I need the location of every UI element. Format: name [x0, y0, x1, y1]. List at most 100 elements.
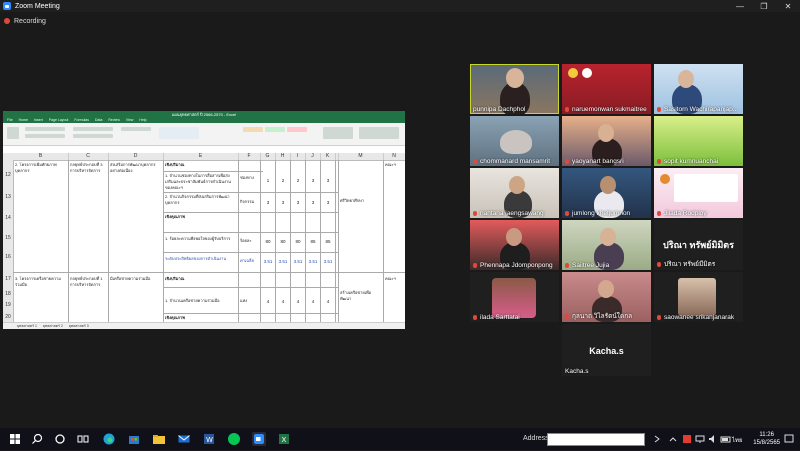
minimize-button[interactable]: —	[728, 0, 752, 12]
row-header[interactable]: 17	[3, 276, 13, 282]
shared-screen[interactable]: แผนยุทธศาสตร์ ปี 2566-2570 - Excel File …	[3, 111, 405, 329]
row-header[interactable]: 13	[3, 194, 13, 200]
row-header[interactable]: 20	[3, 314, 13, 320]
col-header[interactable]: E	[163, 153, 239, 160]
participant-tile[interactable]: Kacha.s Kacha.s	[562, 324, 651, 376]
sheet-tab[interactable]: ยุทธศาสตร์ 1	[17, 323, 37, 329]
cell-value[interactable]: 3.51	[323, 259, 333, 264]
volume-icon[interactable]	[706, 432, 720, 446]
cell-f17[interactable]: ค่าเฉลี่ย	[240, 258, 260, 264]
cell-value[interactable]: 4	[263, 299, 273, 304]
windows-start-icon[interactable]	[8, 432, 22, 446]
cell-value[interactable]: 2	[278, 178, 288, 183]
cell-n12[interactable]: คณะฯ	[385, 162, 405, 168]
col-header[interactable]: N	[383, 153, 405, 160]
system-tray-chevron-icon[interactable]	[666, 432, 680, 446]
cell-d18[interactable]: มีเครือข่ายความร่วมมือ	[110, 276, 162, 282]
recording-indicator[interactable]: Recording	[4, 16, 46, 26]
zoom-taskbar-icon[interactable]	[252, 432, 266, 446]
style-good[interactable]	[265, 127, 285, 132]
maximize-button[interactable]: ❐	[752, 0, 776, 12]
col-header[interactable]: K	[320, 153, 336, 160]
cell-e19[interactable]: 1. จำนวนเครือข่ายความร่วมมือ	[165, 298, 237, 304]
number-format[interactable]	[121, 127, 151, 131]
cell-c18[interactable]: กลยุทธ์ประกอบที่ 1 การบริหารจัดการ	[70, 276, 107, 288]
edge-browser-icon[interactable]	[102, 432, 116, 446]
cell-value[interactable]: 2	[293, 178, 303, 183]
cell-value[interactable]: 85	[308, 239, 318, 244]
col-header[interactable]: I	[290, 153, 306, 160]
participant-tile[interactable]: nantana jaengsawang	[470, 168, 559, 218]
go-arrow-icon[interactable]	[650, 432, 664, 446]
cell-b12[interactable]: 2. โครงการเพิ่มศักยภาพบุคลากร	[15, 162, 67, 174]
cell-value[interactable]: 80	[293, 239, 303, 244]
cell-f14[interactable]: กิจกรรม	[240, 199, 260, 205]
line-app-icon[interactable]	[227, 432, 241, 446]
cell-value[interactable]: 3	[323, 178, 333, 183]
mail-icon[interactable]	[177, 432, 191, 446]
row-header[interactable]: 12	[3, 172, 13, 178]
paste-icon[interactable]	[7, 127, 19, 139]
battery-icon[interactable]	[719, 432, 733, 446]
participant-tile[interactable]: Jiiada Rodploy	[654, 168, 743, 218]
system-clock[interactable]: 11:26 15/8/2565	[753, 431, 780, 447]
col-header[interactable]: M	[338, 153, 384, 160]
col-header[interactable]: B	[13, 153, 69, 160]
cell-f19[interactable]: แห่ง	[240, 298, 260, 304]
cells-group[interactable]	[323, 127, 353, 139]
cell-value[interactable]: 3	[263, 200, 273, 205]
cell-f16[interactable]: ร้อยละ	[240, 238, 260, 244]
participant-tile[interactable]: Sasitorn Wachirapanjap...	[654, 64, 743, 114]
cell-value[interactable]: 3.51	[308, 259, 318, 264]
col-header[interactable]: F	[238, 153, 261, 160]
alignment-group[interactable]	[73, 127, 113, 131]
cell-b18[interactable]: 3. โครงการเครือข่ายความร่วมมือ	[15, 276, 67, 288]
row-header[interactable]: 14	[3, 215, 13, 221]
cell-value[interactable]: 3.51	[293, 259, 303, 264]
cell-value[interactable]: 3	[278, 200, 288, 205]
sheet-tab[interactable]: ยุทธศาสตร์ 2	[43, 323, 63, 329]
store-icon[interactable]	[127, 432, 141, 446]
cell-m18[interactable]: สร้างเครือข่ายเพื่อพัฒนา	[340, 290, 382, 302]
cortana-icon[interactable]	[53, 432, 67, 446]
cell-value[interactable]: 3	[308, 200, 318, 205]
col-header[interactable]: C	[68, 153, 109, 160]
cell-e15[interactable]: เชิงคุณภาพ	[165, 214, 237, 220]
cell-e16[interactable]: 1. ร้อยละความพึงพอใจของผู้รับบริการ	[165, 236, 237, 242]
style-neutral[interactable]	[243, 127, 263, 132]
participant-tile[interactable]: ilada Sarttatai	[470, 272, 559, 322]
col-header[interactable]: J	[305, 153, 321, 160]
participant-tile[interactable]: naruemonwan sukmaitree	[562, 64, 651, 114]
col-header[interactable]: G	[260, 153, 276, 160]
cell-value[interactable]: 80	[278, 239, 288, 244]
address-input[interactable]	[547, 433, 645, 446]
participant-tile[interactable]: jumlong khetjumnon	[562, 168, 651, 218]
col-header[interactable]: H	[275, 153, 291, 160]
participant-tile[interactable]: saowanee srikanjanarak	[654, 272, 743, 322]
cell-value[interactable]: 3	[308, 178, 318, 183]
sheet-tab[interactable]: ยุทธศาสตร์ 3	[69, 323, 89, 329]
word-icon[interactable]: W	[202, 432, 216, 446]
participant-tile[interactable]: sopit kumnuanchai	[654, 116, 743, 166]
font-format-group[interactable]	[25, 134, 65, 138]
cell-e20[interactable]: เชิงคุณภาพ	[165, 315, 237, 321]
file-explorer-icon[interactable]	[152, 432, 166, 446]
participant-tile[interactable]: Phennapa Jdomponpong	[470, 220, 559, 270]
network-icon[interactable]	[693, 432, 707, 446]
styles-group[interactable]	[159, 127, 199, 139]
cell-n18[interactable]: คณะฯ	[385, 276, 405, 282]
cell-f13[interactable]: ช่องทาง	[240, 175, 260, 181]
editing-group[interactable]	[359, 127, 399, 139]
row-header[interactable]: 19	[3, 302, 13, 308]
participant-tile[interactable]: punnipa Dachphol	[470, 64, 559, 114]
cell-d12[interactable]: ส่งเสริมการพัฒนาบุคลากรอย่างต่อเนื่อง	[110, 162, 162, 174]
cell-e13[interactable]: 1. จำนวนช่องทางในการสื่อสารเพื่อส่งเสริม…	[165, 173, 237, 191]
cell-e14[interactable]: 2. จำนวนกิจกรรมที่ส่งเสริมการพัฒนาบุคลาก…	[165, 194, 237, 206]
cell-value[interactable]: 4	[278, 299, 288, 304]
alignment-group-2[interactable]	[73, 134, 113, 138]
cell-e18[interactable]: เชิงปริมาณ	[165, 276, 237, 282]
row-header[interactable]: 15	[3, 235, 13, 241]
cell-value[interactable]: 3	[293, 200, 303, 205]
font-selector[interactable]	[25, 127, 65, 131]
search-icon[interactable]	[30, 432, 44, 446]
